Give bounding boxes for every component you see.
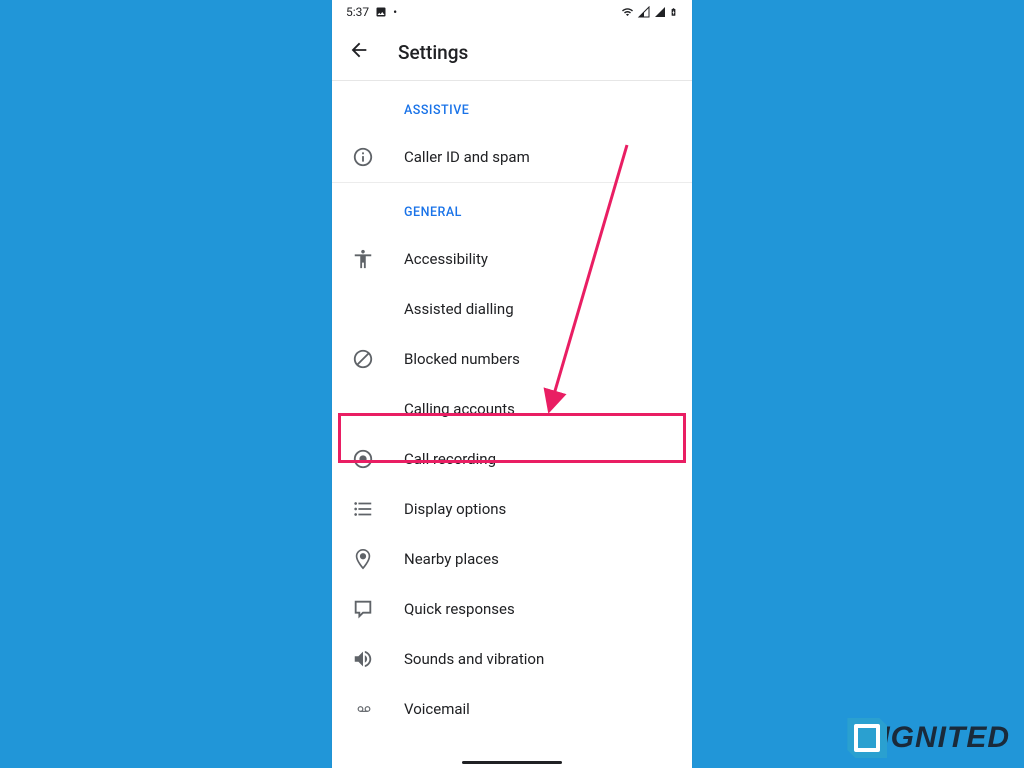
watermark-logo: IGNITED — [847, 718, 1010, 758]
list-icon — [352, 498, 404, 520]
item-caller-id-spam[interactable]: Caller ID and spam — [332, 132, 692, 182]
navigation-handle[interactable] — [462, 761, 562, 764]
item-label: Caller ID and spam — [404, 148, 530, 166]
item-label: Calling accounts — [404, 400, 515, 418]
location-icon — [352, 548, 404, 570]
voicemail-icon — [352, 702, 404, 716]
page-title: Settings — [398, 41, 468, 64]
item-display-options[interactable]: Display options — [332, 484, 692, 534]
section-header-general: GENERAL — [332, 183, 692, 234]
signal-1-icon — [637, 6, 651, 18]
item-label: Accessibility — [404, 250, 488, 268]
item-accessibility[interactable]: Accessibility — [332, 234, 692, 284]
signal-2-icon — [653, 6, 667, 18]
item-blocked-numbers[interactable]: Blocked numbers — [332, 334, 692, 384]
item-label: Display options — [404, 500, 506, 518]
status-dot: • — [393, 5, 397, 19]
item-voicemail[interactable]: Voicemail — [332, 684, 692, 734]
item-calling-accounts[interactable]: Calling accounts — [332, 384, 692, 434]
accessibility-icon — [352, 248, 404, 270]
item-label: Blocked numbers — [404, 350, 520, 368]
phone-frame: 5:37 • Settings ASSISTIVE Caller ID and … — [332, 0, 692, 768]
info-icon — [352, 146, 404, 168]
section-header-assistive: ASSISTIVE — [332, 81, 692, 132]
item-label: Quick responses — [404, 600, 515, 618]
picture-icon — [375, 6, 387, 18]
item-sounds-vibration[interactable]: Sounds and vibration — [332, 634, 692, 684]
app-bar: Settings — [332, 24, 692, 81]
item-label: Nearby places — [404, 550, 499, 568]
status-bar: 5:37 • — [332, 0, 692, 24]
item-call-recording[interactable]: Call recording — [332, 434, 692, 484]
item-label: Assisted dialling — [404, 300, 514, 318]
block-icon — [352, 348, 404, 370]
record-icon — [352, 448, 404, 470]
wifi-icon — [620, 6, 635, 18]
item-label: Call recording — [404, 450, 496, 468]
item-label: Sounds and vibration — [404, 650, 544, 668]
status-time: 5:37 — [346, 5, 369, 19]
back-icon[interactable] — [348, 39, 370, 65]
watermark-text: IGNITED — [881, 721, 1010, 755]
item-assisted-dialling[interactable]: Assisted dialling — [332, 284, 692, 334]
item-nearby-places[interactable]: Nearby places — [332, 534, 692, 584]
battery-icon — [669, 5, 678, 19]
item-label: Voicemail — [404, 700, 470, 718]
item-quick-responses[interactable]: Quick responses — [332, 584, 692, 634]
chat-icon — [352, 598, 404, 620]
volume-icon — [352, 648, 404, 670]
